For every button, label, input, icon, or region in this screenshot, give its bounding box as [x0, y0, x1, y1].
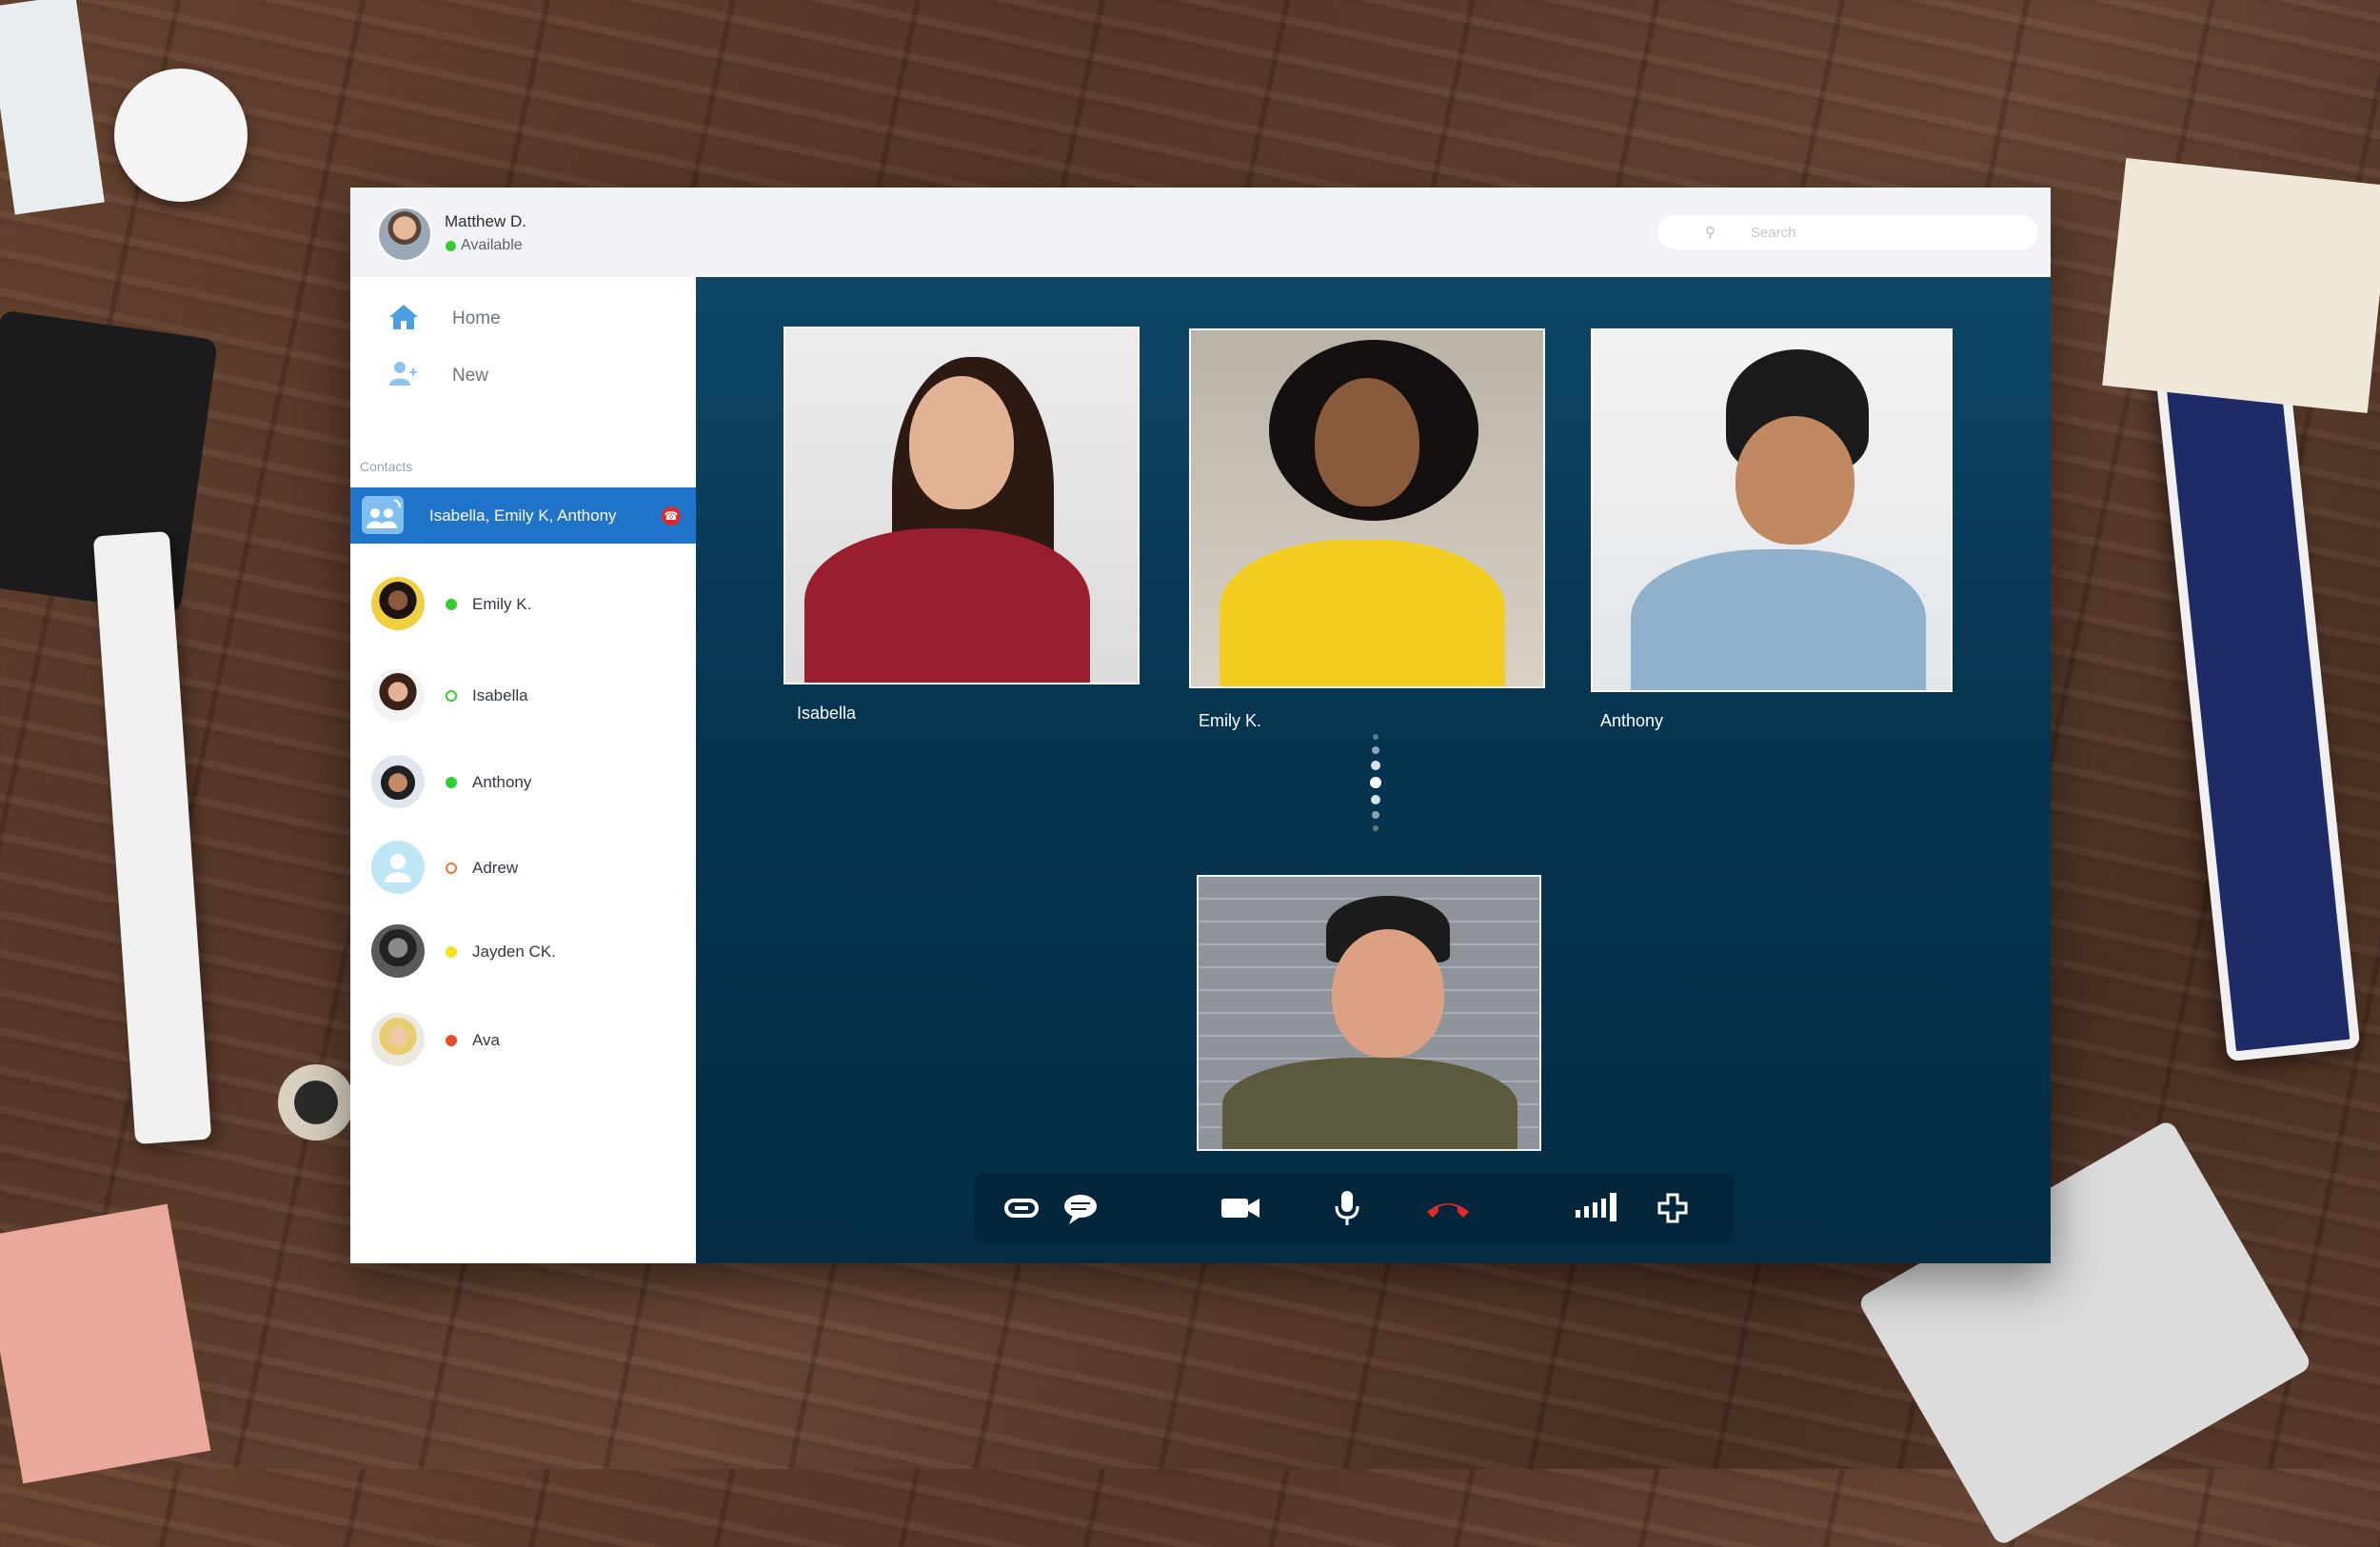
chat-bubble-icon[interactable]: [1060, 1189, 1101, 1227]
video-tile-isabella[interactable]: [783, 327, 1140, 684]
contact-item-jayden[interactable]: Jayden CK.: [350, 920, 696, 982]
user-status-dot: [446, 241, 456, 251]
active-call-item[interactable]: Isabella, Emily K, Anthony ☎: [350, 487, 696, 544]
desk-coffee-cup: [114, 69, 248, 202]
status-dot-offline: [446, 863, 457, 874]
search-placeholder: Search: [1751, 225, 1796, 241]
video-tile-anthony[interactable]: [1591, 328, 1953, 692]
contact-item-anthony[interactable]: Anthony: [350, 750, 696, 813]
contact-name: Adrew: [472, 859, 519, 877]
status-dot-online: [446, 777, 457, 788]
status-dot-online: [446, 599, 457, 610]
indicator-dot: [1372, 811, 1379, 819]
participant-body: [1220, 540, 1505, 686]
sidebar: Home New Contacts Isabella, Emily K, Ant…: [350, 277, 696, 1263]
contact-item-emily[interactable]: Emily K.: [350, 572, 696, 635]
add-contact-icon: [389, 362, 417, 386]
contact-name: Anthony: [472, 773, 532, 791]
avatar: [371, 668, 425, 722]
group-call-icon: [362, 496, 404, 534]
video-camera-icon[interactable]: [1220, 1189, 1261, 1227]
nav-home[interactable]: Home: [350, 292, 696, 342]
contact-name: Jayden CK.: [472, 942, 556, 961]
active-call-label: Isabella, Emily K, Anthony: [429, 506, 617, 525]
hangup-icon[interactable]: ☎: [662, 506, 681, 526]
contact-item-isabella[interactable]: Isabella: [350, 664, 696, 726]
status-dot-away: [446, 946, 457, 958]
video-tile-self[interactable]: [1197, 875, 1541, 1151]
indicator-dot: [1371, 761, 1380, 770]
desk-monitor-left: [92, 530, 212, 1145]
contacts-heading: Contacts: [360, 459, 413, 474]
desk-papers: [2102, 158, 2380, 413]
avatar: [371, 1013, 425, 1066]
status-dot-offline: [446, 690, 457, 702]
indicator-dot: [1370, 777, 1381, 788]
video-tile-emily[interactable]: [1189, 328, 1545, 688]
contact-name: Isabella: [472, 686, 528, 704]
microphone-icon[interactable]: [1326, 1189, 1368, 1227]
participant-face: [1332, 929, 1444, 1058]
desk-notepad: [0, 0, 105, 215]
contact-item-adrew[interactable]: Adrew: [350, 836, 696, 899]
link-icon[interactable]: [1001, 1189, 1042, 1227]
user-status: Available: [461, 237, 523, 253]
participant-body: [804, 528, 1090, 683]
signal-strength-icon[interactable]: [1574, 1189, 1625, 1227]
participant-face: [909, 376, 1014, 509]
participant-body: [1222, 1058, 1517, 1149]
nav-new[interactable]: New: [350, 349, 696, 399]
status-dot-busy: [446, 1035, 457, 1046]
search-input[interactable]: ⚲ Search: [1656, 214, 2039, 250]
indicator-dot: [1373, 825, 1378, 831]
avatar: [371, 924, 425, 978]
plus-icon[interactable]: [1652, 1189, 1694, 1227]
top-bar: Matthew D. Available ⚲ Search: [350, 188, 2051, 277]
desk-monitor-right: [2152, 327, 2361, 1062]
avatar: [371, 755, 425, 808]
user-avatar[interactable]: [377, 207, 432, 262]
participant-face: [1315, 378, 1419, 506]
video-name-isabella: Isabella: [797, 704, 857, 723]
indicator-dot: [1372, 746, 1379, 754]
desk-plant: [278, 1064, 354, 1140]
nav-home-label: Home: [452, 308, 501, 328]
search-icon: ⚲: [1705, 225, 1716, 241]
indicator-dot: [1373, 734, 1378, 740]
indicator-dot: [1371, 795, 1380, 804]
contact-name: Emily K.: [472, 595, 532, 613]
participant-body: [1631, 549, 1926, 690]
hangup-icon[interactable]: [1423, 1189, 1473, 1227]
avatar: [371, 577, 425, 630]
contact-item-ava[interactable]: Ava: [350, 1008, 696, 1071]
video-name-anthony: Anthony: [1600, 711, 1664, 730]
participant-face: [1735, 416, 1854, 545]
user-name: Matthew D.: [445, 212, 526, 230]
desk-book-pink: [0, 1203, 211, 1484]
video-name-emily: Emily K.: [1199, 711, 1262, 730]
contact-name: Ava: [472, 1031, 500, 1049]
nav-new-label: New: [452, 366, 489, 386]
home-icon: [389, 305, 418, 329]
video-call-app-window: Matthew D. Available ⚲ Search Home New C…: [350, 188, 2051, 1263]
avatar-placeholder-icon: [371, 841, 425, 894]
video-stage: Isabella Emily K. Anthony: [696, 277, 2051, 1263]
call-control-bar: [974, 1172, 1734, 1244]
